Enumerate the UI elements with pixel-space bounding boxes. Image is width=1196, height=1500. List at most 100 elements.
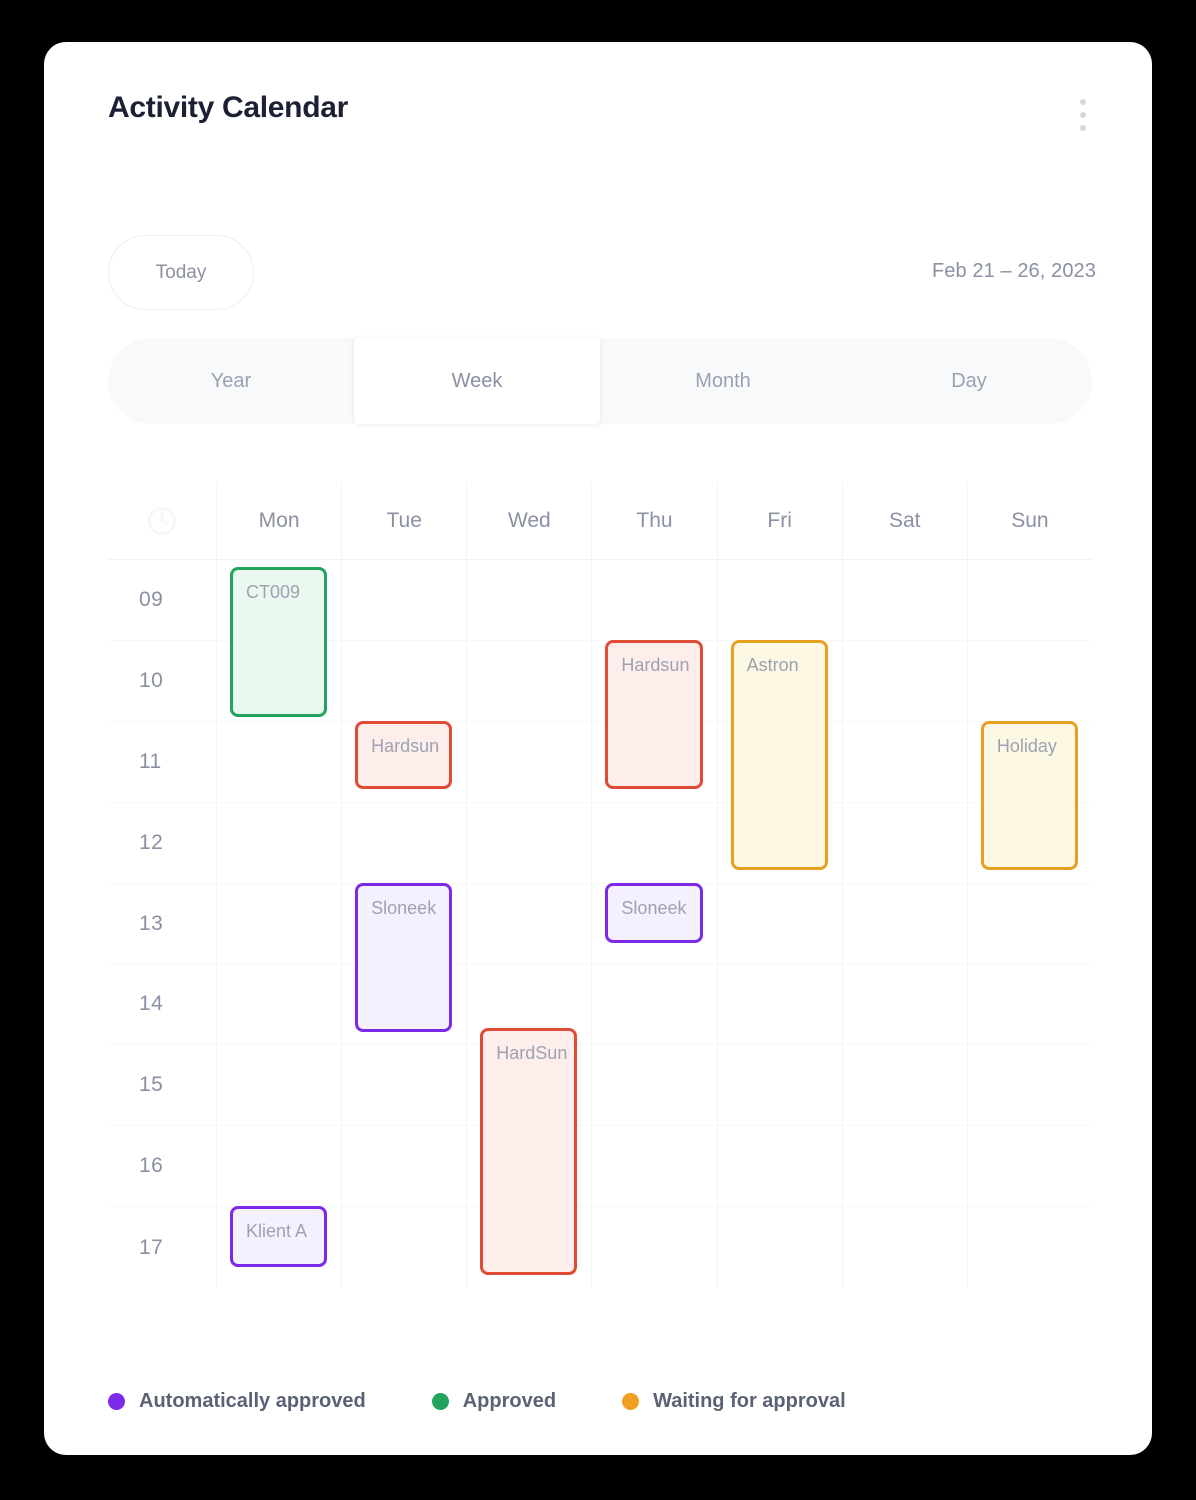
calendar-grid: Mon Tue Wed Thu Fri Sat Sun 09 10 11 12 13 14… [108,482,1092,1302]
hour-label: 12 [139,830,164,854]
day-cell-fri[interactable] [716,1045,842,1126]
view-tabs: Year Week Month Day [108,338,1092,424]
day-cell-mon[interactable] [216,883,341,964]
kebab-dot [1080,125,1086,131]
day-cell-sun[interactable] [966,1126,1092,1207]
tab-year[interactable]: Year [108,338,354,424]
hour-label: 17 [139,1235,164,1259]
clock-icon-cell [108,482,216,559]
card-header: Activity Calendar [44,42,1152,172]
hour-row: 16 [108,1126,1092,1208]
day-cell-tue[interactable] [341,640,466,721]
legend-dot-icon [108,1393,125,1410]
hour-label: 09 [139,587,164,611]
day-header-thu: Thu [591,482,716,559]
day-cell-mon[interactable] [216,1045,341,1126]
calendar-body: 09 10 11 12 13 14 15 16 17 CT009 Klient A Hardsun S… [108,560,1092,1289]
legend-dot-icon [431,1393,449,1410]
day-cell-wed[interactable] [466,802,591,883]
calendar-event[interactable]: Holiday [980,720,1078,871]
tab-month[interactable]: Month [600,338,846,424]
legend-item-approved: Approved [431,1390,556,1413]
hour-label: 11 [139,749,162,773]
calendar-event[interactable]: Hardsun [605,639,703,790]
legend-item-automatically-approved: Automatically approved [108,1390,366,1413]
day-cell-mon[interactable] [216,721,341,802]
kebab-dot [1080,112,1086,118]
calendar-day-header-row: Mon Tue Wed Thu Fri Sat Sun [108,482,1092,560]
kebab-vertical-icon[interactable] [1072,95,1094,135]
legend-item-waiting-for-approval: Waiting for approval [622,1390,846,1413]
calendar-event[interactable]: Hardsun [355,720,453,790]
day-cell-tue[interactable] [341,1126,466,1207]
day-cell-fri[interactable] [716,964,842,1045]
day-cell-sun[interactable] [966,883,1092,964]
day-cell-sun[interactable] [966,560,1092,640]
day-cell-thu[interactable] [591,1045,716,1126]
hour-label: 10 [139,668,164,692]
day-header-mon: Mon [216,482,341,559]
day-cell-sat[interactable] [841,1207,967,1289]
day-cell-mon[interactable] [216,1126,341,1207]
day-cell-fri[interactable] [716,883,842,964]
day-cell-wed[interactable] [466,640,591,721]
calendar-event[interactable]: Sloneek [605,882,703,944]
calendar-event[interactable]: CT009 [230,567,328,717]
day-cell-sat[interactable] [841,1126,967,1207]
hour-row: 11 [108,721,1092,803]
day-cell-thu[interactable] [591,1126,716,1207]
hour-row: 13 [108,883,1092,965]
day-cell-wed[interactable] [466,883,591,964]
day-cell-fri[interactable] [716,1126,842,1207]
day-cell-sat[interactable] [841,721,967,802]
hour-label: 14 [139,992,164,1016]
day-cell-fri[interactable] [716,560,842,640]
tab-week[interactable]: Week [354,338,600,424]
day-cell-thu[interactable] [591,802,716,883]
hour-label: 15 [139,1073,164,1097]
legend-label: Waiting for approval [653,1390,846,1412]
day-cell-sat[interactable] [841,1045,967,1126]
activity-calendar-card: Activity Calendar Today Feb 21 – 26, 202… [44,42,1152,1455]
day-cell-sat[interactable] [841,560,967,640]
day-cell-thu[interactable] [591,1207,716,1289]
legend-label: Automatically approved [139,1390,366,1412]
tab-day[interactable]: Day [846,338,1092,424]
calendar-event[interactable]: Sloneek [355,882,453,1033]
day-cell-tue[interactable] [341,1045,466,1126]
day-cell-tue[interactable] [341,1207,466,1289]
calendar-event[interactable]: Astron [730,639,828,871]
day-header-fri: Fri [716,482,842,559]
date-range-label: Feb 21 – 26, 2023 [931,260,1096,282]
day-cell-sun[interactable] [966,1045,1092,1126]
day-cell-sat[interactable] [841,640,967,721]
hour-label: 13 [139,911,164,935]
today-button[interactable]: Today [108,235,254,310]
day-cell-sat[interactable] [841,964,967,1045]
legend-dot-icon [622,1393,640,1410]
day-cell-tue[interactable] [341,560,466,640]
day-cell-wed[interactable] [466,560,591,640]
calendar-event[interactable]: Klient A [230,1206,328,1267]
calendar-event[interactable]: HardSun [480,1028,578,1275]
day-cell-thu[interactable] [591,560,716,640]
page-title: Activity Calendar [108,91,348,124]
day-cell-tue[interactable] [341,802,466,883]
day-header-tue: Tue [341,482,466,559]
day-cell-mon[interactable] [216,964,341,1045]
day-cell-sun[interactable] [966,640,1092,721]
day-header-sat: Sat [841,482,967,559]
day-header-sun: Sun [966,482,1092,559]
day-cell-fri[interactable] [716,1207,842,1289]
day-cell-sun[interactable] [966,964,1092,1045]
day-cell-sat[interactable] [841,883,967,964]
day-cell-sat[interactable] [841,802,967,883]
day-cell-wed[interactable] [466,721,591,802]
hour-row: 12 [108,802,1092,884]
day-cell-sun[interactable] [966,1207,1092,1289]
clock-icon [147,506,177,535]
day-cell-thu[interactable] [591,964,716,1045]
day-header-wed: Wed [466,482,591,559]
legend: Automatically approved Approved Waiting … [108,1390,846,1413]
day-cell-mon[interactable] [216,802,341,883]
